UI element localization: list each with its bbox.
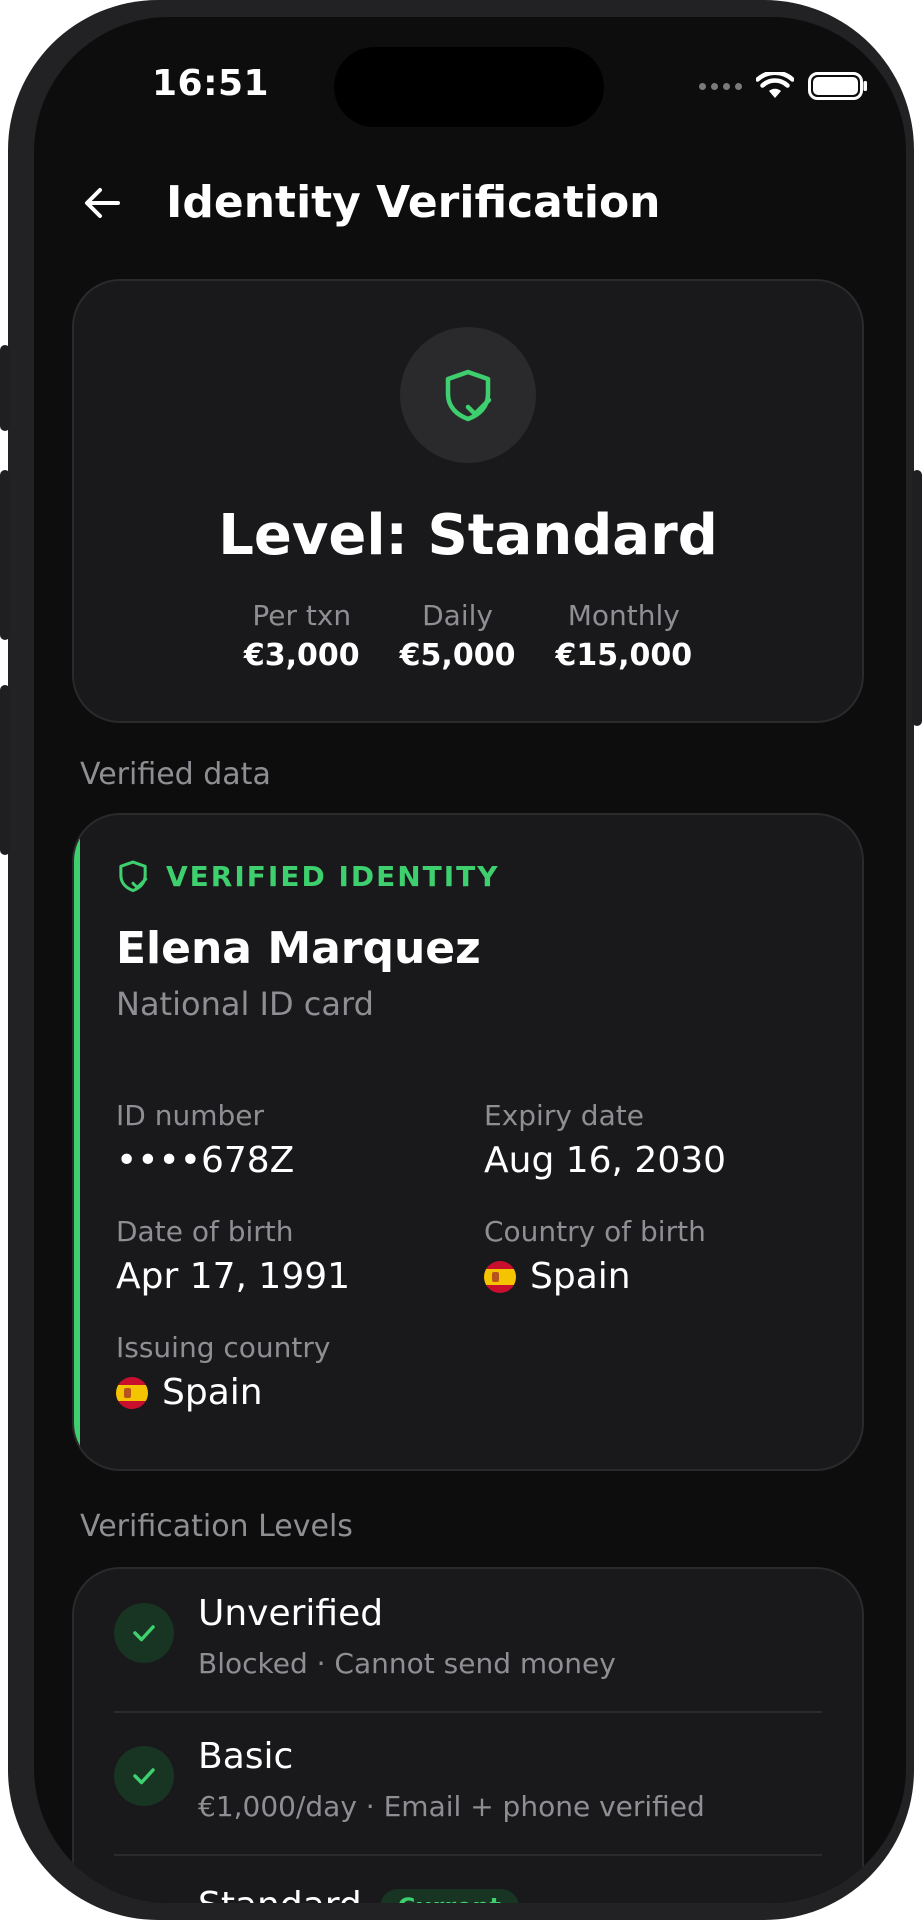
field-country-of-birth: Country of birth Spain <box>484 1215 706 1297</box>
status-time: 16:51 <box>152 63 270 104</box>
header: Identity Verification <box>80 177 661 228</box>
level-card: Level: Standard Per txn €3,000 Daily €5,… <box>72 279 864 723</box>
level-name-text: Standard <box>198 1885 362 1903</box>
verified-badge: VERIFIED IDENTITY <box>116 859 500 893</box>
field-issuing-country: Issuing country Spain <box>116 1331 330 1413</box>
limit-value: €3,000 <box>243 638 360 673</box>
section-verified-data: Verified data <box>80 757 271 792</box>
country-of-birth-value: Spain <box>530 1256 631 1297</box>
field-label: Country of birth <box>484 1215 706 1248</box>
phone-frame: 16:51 Identity Verification Level: Stand… <box>0 0 922 1920</box>
field-date-of-birth: Date of birth Apr 17, 1991 <box>116 1215 350 1297</box>
field-value: Apr 17, 1991 <box>116 1256 350 1297</box>
screen: 16:51 Identity Verification Level: Stand… <box>34 17 906 1903</box>
page-title: Identity Verification <box>166 177 661 228</box>
limit-daily: Daily €5,000 <box>400 599 516 673</box>
id-number-value: ••••678Z <box>116 1140 295 1181</box>
dynamic-island <box>334 47 604 127</box>
limit-per-txn: Per txn €3,000 <box>244 599 360 673</box>
spain-flag-icon <box>116 1376 148 1409</box>
back-arrow-icon[interactable] <box>80 181 124 225</box>
checkmark-icon <box>133 1768 155 1785</box>
field-value: Aug 16, 2030 <box>484 1140 726 1181</box>
field-label: Issuing country <box>116 1331 331 1364</box>
limit-label: Daily <box>422 599 493 632</box>
limit-label: Monthly <box>567 599 680 632</box>
level-check-badge <box>114 1603 174 1663</box>
field-value: Spain <box>484 1256 706 1297</box>
levels-card: Unverified Blocked · Cannot send money B… <box>72 1567 864 1903</box>
shield-badge <box>400 327 536 463</box>
level-title: Level: Standard <box>218 503 718 568</box>
field-label: Expiry date <box>484 1099 644 1132</box>
dob-value: Apr 17, 1991 <box>116 1256 351 1297</box>
status-icons <box>699 72 868 100</box>
level-name: Standard Current <box>198 1885 519 1903</box>
document-type: National ID card <box>116 985 374 1023</box>
issuing-country-value: Spain <box>162 1372 263 1413</box>
accent-bar <box>74 815 80 1469</box>
limits-row: Per txn €3,000 Daily €5,000 Monthly €15,… <box>74 599 862 673</box>
limit-value: €5,000 <box>399 638 516 673</box>
limit-monthly: Monthly €15,000 <box>555 599 692 673</box>
expiry-value: Aug 16, 2030 <box>484 1140 727 1181</box>
field-value: ••••678Z <box>116 1140 294 1181</box>
shield-check-icon <box>445 369 492 422</box>
field-value: Spain <box>116 1372 330 1413</box>
level-row-basic[interactable]: Basic €1,000/day · Email + phone verifie… <box>114 1712 822 1854</box>
limit-label: Per txn <box>252 599 352 632</box>
level-name: Unverified <box>198 1593 384 1634</box>
volume-down-button <box>0 685 10 855</box>
level-row-unverified[interactable]: Unverified Blocked · Cannot send money <box>114 1569 822 1711</box>
shield-check-icon <box>119 860 148 893</box>
wifi-icon <box>756 72 794 98</box>
volume-up-button <box>0 470 10 640</box>
current-badge: Current <box>379 1889 519 1903</box>
checkmark-icon <box>133 1625 155 1642</box>
spain-flag-icon <box>484 1260 516 1293</box>
level-description: €1,000/day · Email + phone verified <box>198 1790 705 1823</box>
field-id-number: ID number ••••678Z <box>116 1099 294 1181</box>
level-description: Blocked · Cannot send money <box>198 1647 616 1680</box>
battery-icon <box>808 72 867 100</box>
field-label: ID number <box>116 1099 264 1132</box>
cellular-signal-icon <box>699 82 742 90</box>
level-row-standard[interactable]: Standard Current <box>114 1855 822 1903</box>
field-expiry-date: Expiry date Aug 16, 2030 <box>484 1099 726 1181</box>
section-verification-levels: Verification Levels <box>80 1509 353 1544</box>
person-name: Elena Marquez <box>116 923 481 974</box>
identity-card: VERIFIED IDENTITY Elena Marquez National… <box>72 813 864 1471</box>
power-button <box>912 470 922 726</box>
level-name: Basic <box>198 1736 294 1777</box>
action-button <box>0 345 10 431</box>
verified-label: VERIFIED IDENTITY <box>166 859 500 893</box>
level-check-badge <box>114 1746 174 1806</box>
field-label: Date of birth <box>116 1215 294 1248</box>
limit-value: €15,000 <box>555 638 693 673</box>
